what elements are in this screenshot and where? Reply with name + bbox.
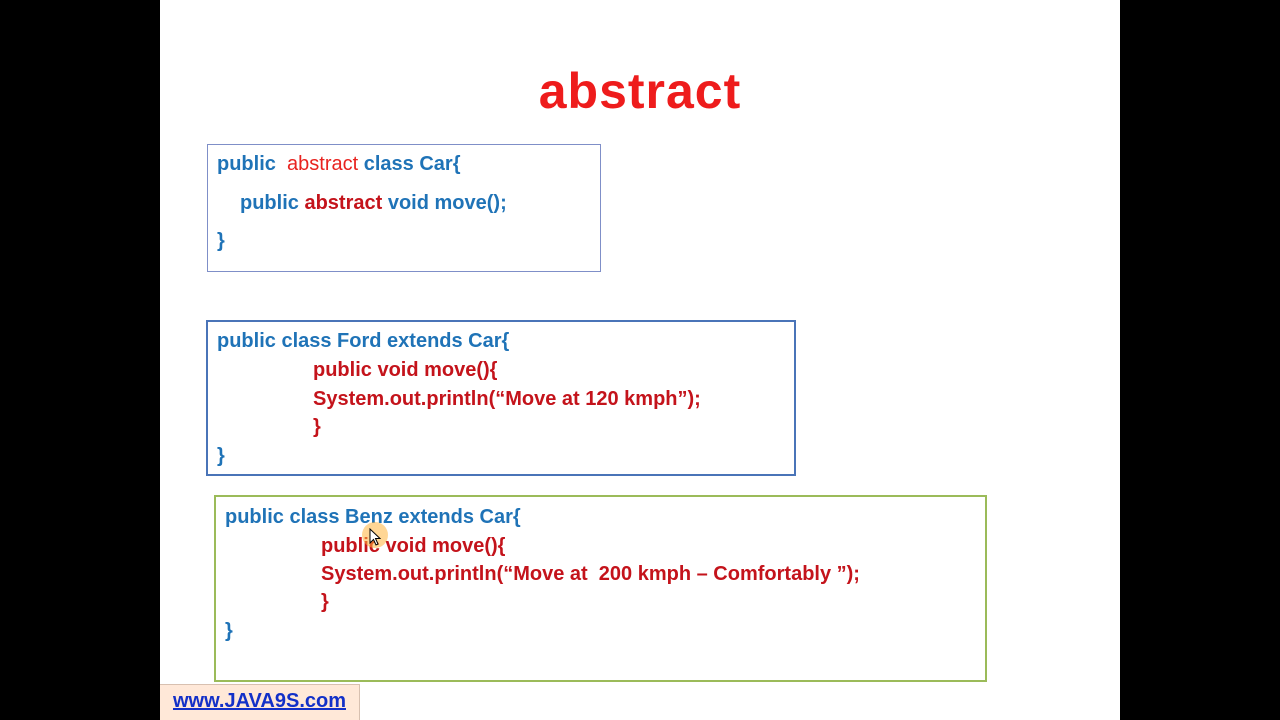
code-box-car: public abstract class Car{ public abstra… (207, 144, 601, 272)
cursor-arrow-icon (369, 528, 381, 546)
mouse-cursor-icon (362, 522, 388, 548)
code-line: } (225, 620, 233, 642)
code-line: } (321, 591, 329, 613)
code-line: public void move(){ (313, 359, 498, 381)
code-line: public class Ford extends Car{ (217, 330, 510, 352)
code-line: } (217, 230, 225, 252)
slide: abstract public abstract class Car{ publ… (160, 0, 1120, 720)
footer-banner: www.JAVA9S.com (160, 684, 360, 720)
code-line: public abstract void move(); (240, 192, 507, 214)
abstract-keyword: abstract (304, 192, 383, 214)
code-line: public void move(){ (321, 535, 506, 557)
code-line: System.out.println(“Move at 200 kmph – C… (321, 563, 860, 585)
code-box-benz: public class Benz extends Car{ public vo… (214, 495, 987, 682)
code-line: public abstract class Car{ (217, 153, 461, 175)
slide-title: abstract (538, 63, 742, 119)
code-box-ford: public class Ford extends Car{ public vo… (206, 320, 796, 476)
code-line: System.out.println(“Move at 120 kmph”); (313, 388, 701, 410)
abstract-keyword: abstract (287, 153, 359, 175)
code-line: } (217, 445, 225, 467)
website-link[interactable]: www.JAVA9S.com (173, 690, 346, 713)
code-line: } (313, 416, 321, 438)
